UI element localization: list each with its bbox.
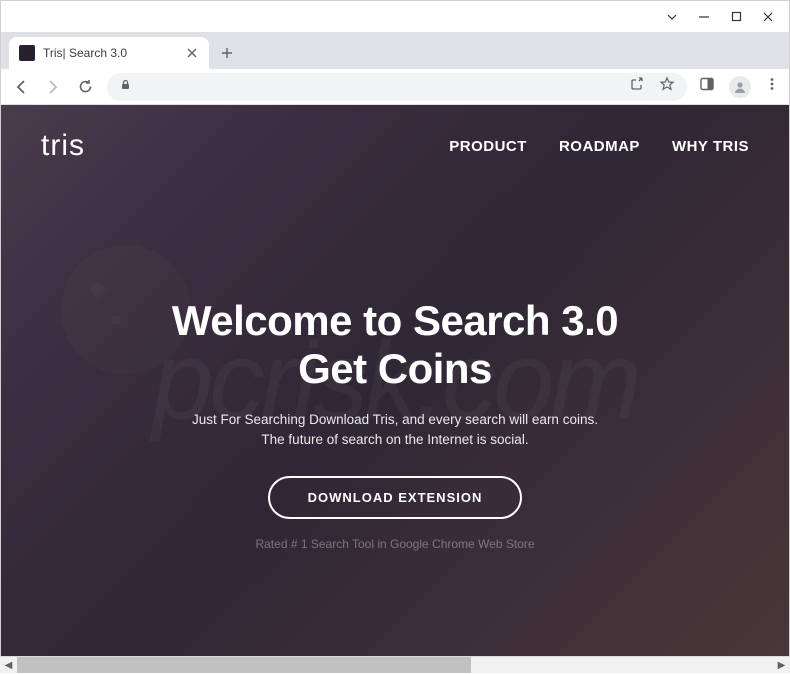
rating-text: Rated # 1 Search Tool in Google Chrome W… (1, 537, 789, 551)
horizontal-scrollbar[interactable]: ◀ ▶ (0, 656, 790, 673)
bookmark-icon[interactable] (659, 76, 675, 97)
download-extension-button[interactable]: DOWNLOAD EXTENSION (268, 476, 523, 519)
page-viewport: pcrisk.com tris PRODUCT ROADMAP WHY TRIS… (1, 105, 789, 657)
hero-subtitle-line1: Just For Searching Download Tris, and ev… (1, 410, 789, 430)
hero-title: Welcome to Search 3.0 Get Coins (1, 297, 789, 394)
tab-title: Tris| Search 3.0 (43, 46, 177, 60)
nav-why-tris[interactable]: WHY TRIS (672, 138, 749, 155)
window-titlebar (1, 1, 789, 33)
site-nav: PRODUCT ROADMAP WHY TRIS (449, 138, 749, 155)
tab-favicon (19, 45, 35, 61)
window-close-button[interactable] (761, 10, 775, 24)
forward-button (43, 77, 63, 97)
window-minimize-button[interactable] (697, 10, 711, 24)
scroll-thumb[interactable] (17, 657, 471, 673)
close-tab-button[interactable] (185, 46, 199, 60)
side-panel-icon[interactable] (699, 76, 715, 97)
hero-section: Welcome to Search 3.0 Get Coins Just For… (1, 187, 789, 551)
share-icon[interactable] (629, 76, 645, 97)
scroll-left-arrow[interactable]: ◀ (0, 657, 17, 674)
window-dropdown-icon[interactable] (665, 10, 679, 24)
hero-subtitle-line2: The future of search on the Internet is … (1, 430, 789, 450)
address-bar[interactable] (107, 73, 687, 101)
hero-title-line1: Welcome to Search 3.0 (1, 297, 789, 345)
back-button[interactable] (11, 77, 31, 97)
lock-icon (119, 78, 132, 96)
hero-title-line2: Get Coins (1, 345, 789, 393)
profile-avatar[interactable] (729, 76, 751, 98)
scroll-track[interactable] (17, 657, 773, 673)
new-tab-button[interactable] (213, 39, 241, 67)
tab-strip: Tris| Search 3.0 (1, 33, 789, 69)
site-header: tris PRODUCT ROADMAP WHY TRIS (1, 105, 789, 187)
nav-roadmap[interactable]: ROADMAP (559, 138, 640, 155)
window-maximize-button[interactable] (729, 10, 743, 24)
scroll-right-arrow[interactable]: ▶ (773, 657, 790, 674)
browser-tab[interactable]: Tris| Search 3.0 (9, 37, 209, 69)
reload-button[interactable] (75, 77, 95, 97)
nav-product[interactable]: PRODUCT (449, 138, 527, 155)
hero-subtitle: Just For Searching Download Tris, and ev… (1, 410, 789, 451)
site-logo[interactable]: tris (41, 129, 85, 163)
browser-toolbar (1, 69, 789, 105)
menu-icon[interactable] (765, 77, 779, 96)
